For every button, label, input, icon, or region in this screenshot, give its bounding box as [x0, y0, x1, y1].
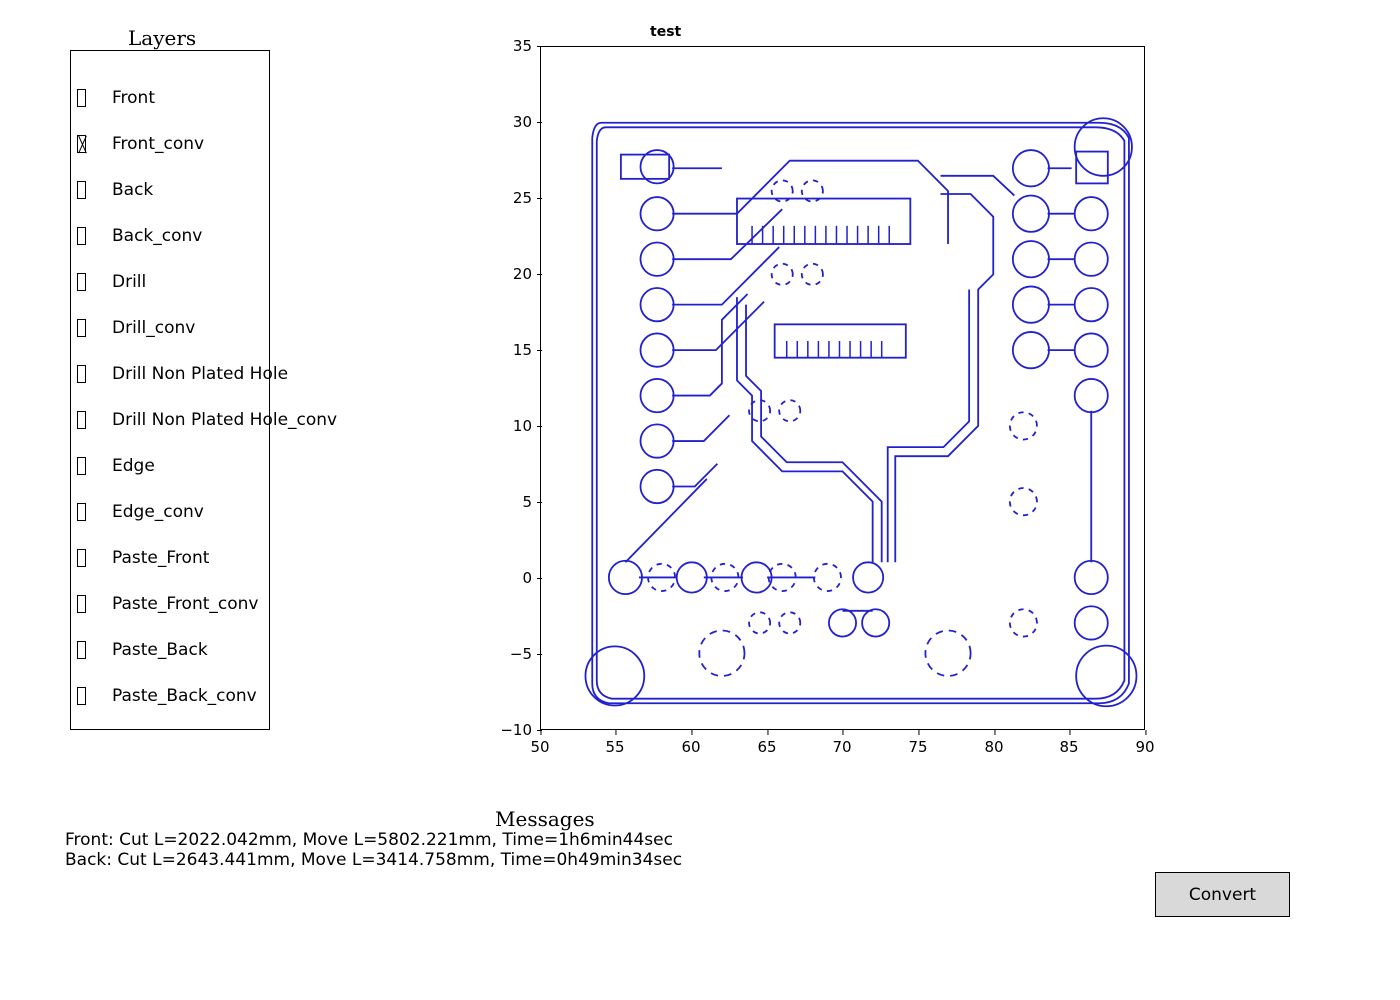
layer-label: Back	[112, 180, 153, 200]
y-tick: 30	[482, 113, 532, 131]
checkbox-icon[interactable]	[77, 319, 86, 337]
layer-item[interactable]: Front_conv	[77, 121, 263, 167]
layer-label: Paste_Back	[112, 640, 208, 660]
layer-item[interactable]: Paste_Front_conv	[77, 581, 263, 627]
checkbox-icon[interactable]	[77, 595, 86, 613]
x-tick: 80	[984, 738, 1003, 756]
layer-item[interactable]: Drill Non Plated Hole_conv	[77, 397, 263, 443]
layer-item[interactable]: Drill Non Plated Hole	[77, 351, 263, 397]
y-tick: −5	[482, 645, 532, 663]
checkbox-icon[interactable]	[77, 89, 86, 107]
layer-item[interactable]: Drill_conv	[77, 305, 263, 351]
plot-title: test	[650, 24, 681, 40]
y-tick: 15	[482, 341, 532, 359]
layer-item[interactable]: Edge	[77, 443, 263, 489]
x-tick: 75	[908, 738, 927, 756]
checkbox-icon[interactable]	[77, 181, 86, 199]
layer-label: Back_conv	[112, 226, 202, 246]
checkbox-icon[interactable]	[77, 273, 86, 291]
layer-item[interactable]: Paste_Back_conv	[77, 673, 263, 719]
layers-title: Layers	[128, 26, 196, 50]
y-tick: 0	[482, 569, 532, 587]
plot-canvas[interactable]	[540, 46, 1145, 730]
layers-panel: Front Front_conv Back Back_conv Drill Dr…	[70, 50, 270, 730]
layer-label: Edge_conv	[112, 502, 204, 522]
y-tick: 5	[482, 493, 532, 511]
checkbox-icon[interactable]	[77, 457, 86, 475]
layer-label: Front_conv	[112, 134, 204, 154]
layer-label: Edge	[112, 456, 155, 476]
y-tick: 20	[482, 265, 532, 283]
checkbox-icon[interactable]	[77, 687, 86, 705]
layer-label: Drill Non Plated Hole	[112, 364, 288, 384]
message-line: Front: Cut L=2022.042mm, Move L=5802.221…	[65, 830, 673, 850]
checkbox-icon[interactable]	[77, 411, 86, 429]
layer-item[interactable]: Paste_Front	[77, 535, 263, 581]
layer-item[interactable]: Front	[77, 75, 263, 121]
layer-label: Paste_Back_conv	[112, 686, 257, 706]
layer-label: Front	[112, 88, 155, 108]
x-tick: 65	[757, 738, 776, 756]
y-tick: 10	[482, 417, 532, 435]
checkbox-icon[interactable]	[77, 227, 86, 245]
y-tick: −10	[482, 721, 532, 739]
layer-label: Paste_Front_conv	[112, 594, 258, 614]
x-tick: 90	[1135, 738, 1154, 756]
messages-title: Messages	[495, 807, 595, 831]
checkbox-icon[interactable]	[77, 135, 86, 153]
layer-item[interactable]: Paste_Back	[77, 627, 263, 673]
x-tick: 55	[605, 738, 624, 756]
x-tick: 50	[530, 738, 549, 756]
x-tick: 60	[681, 738, 700, 756]
checkbox-icon[interactable]	[77, 641, 86, 659]
layer-item[interactable]: Back	[77, 167, 263, 213]
y-tick: 25	[482, 189, 532, 207]
layer-label: Drill	[112, 272, 146, 292]
layer-item[interactable]: Edge_conv	[77, 489, 263, 535]
y-tick: 35	[482, 37, 532, 55]
x-tick: 85	[1059, 738, 1078, 756]
x-tick: 70	[832, 738, 851, 756]
layer-item[interactable]: Drill	[77, 259, 263, 305]
checkbox-icon[interactable]	[77, 365, 86, 383]
layer-label: Drill Non Plated Hole_conv	[112, 410, 337, 430]
layer-label: Paste_Front	[112, 548, 209, 568]
layer-label: Drill_conv	[112, 318, 195, 338]
message-line: Back: Cut L=2643.441mm, Move L=3414.758m…	[65, 850, 682, 870]
checkbox-icon[interactable]	[77, 503, 86, 521]
layer-item[interactable]: Back_conv	[77, 213, 263, 259]
convert-button[interactable]: Convert	[1155, 872, 1290, 917]
checkbox-icon[interactable]	[77, 549, 86, 567]
